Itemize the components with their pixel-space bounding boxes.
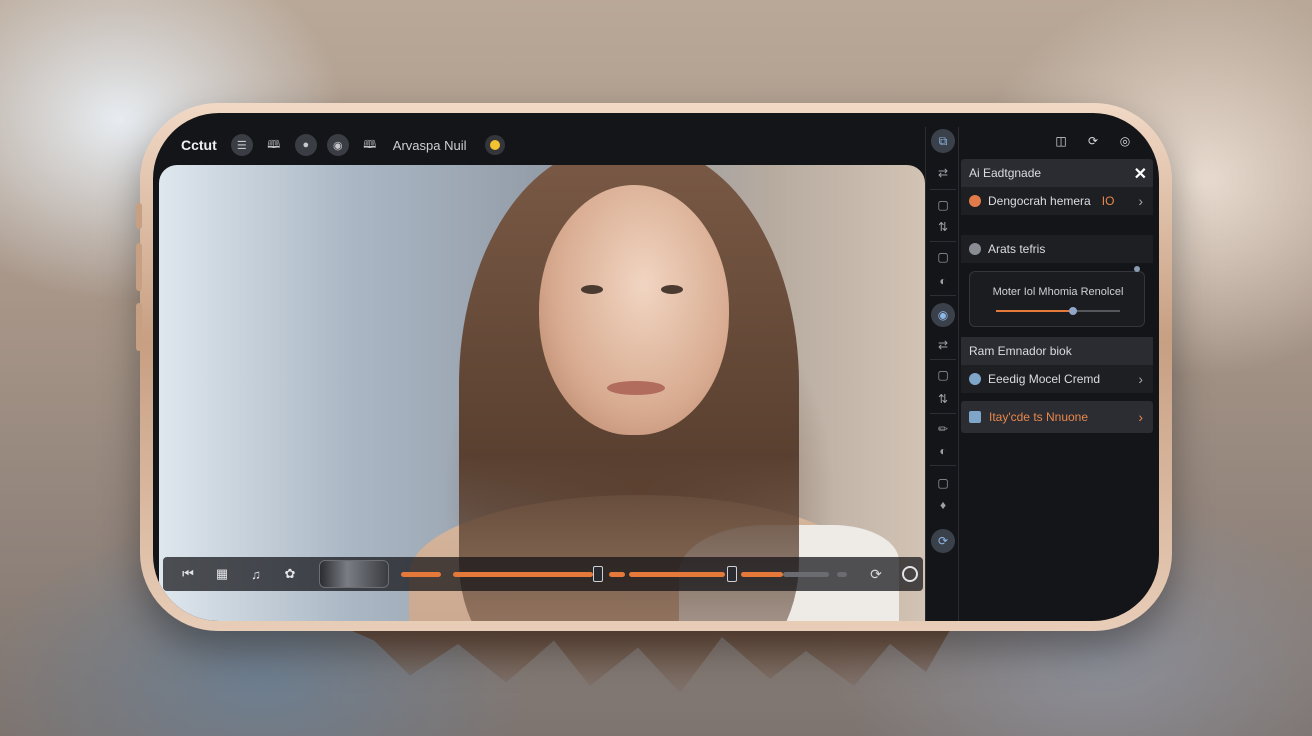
slider-label: Moter Iol Mhomia Renolcel (992, 286, 1124, 298)
book-icon[interactable]: 🕮 (359, 134, 381, 156)
volume-button (136, 243, 142, 291)
record-circle-icon[interactable] (897, 561, 923, 587)
video-preview[interactable] (159, 165, 925, 621)
blend-icon[interactable]: ◐ (931, 439, 955, 463)
crop-icon[interactable]: ▢ (931, 245, 955, 269)
close-icon[interactable]: ✕ (1134, 164, 1147, 184)
transform-icon[interactable]: ⇄ (931, 333, 955, 357)
panel-row-model[interactable]: Eeedig Mocel Cremd › (961, 365, 1153, 393)
layers-icon[interactable]: ☰ (230, 134, 253, 156)
copy-icon[interactable]: ⧉ (931, 129, 955, 153)
sync-icon[interactable]: ⟳ (1085, 133, 1101, 149)
chevron-right-icon: › (1138, 371, 1143, 387)
track-segment (837, 572, 847, 577)
track-segment (453, 572, 593, 577)
cta-label: Itay'cde ts Nnuone (989, 410, 1089, 424)
disintegration-debris (350, 630, 950, 693)
phone-frame: Cctut ☰ 🕮 ● ◉ 🕮 Arvaspa Nuil ⏮ ▦ ♫ ✿ ⟳ ⧉… (136, 103, 1172, 631)
clip-thumbnail[interactable] (319, 560, 389, 588)
top-toolbar: Cctut ☰ 🕮 ● ◉ 🕮 Arvaspa Nuil (181, 125, 941, 165)
effect-icon[interactable]: ✿ (277, 561, 303, 587)
volume-button (136, 303, 142, 351)
row-badge: IO (1101, 194, 1115, 208)
palette-icon (969, 243, 981, 255)
frame-icon[interactable]: ▢ (931, 363, 955, 387)
track-segment (609, 572, 625, 577)
model-slider-card: Moter Iol Mhomia Renolcel (969, 266, 1145, 327)
book-icon[interactable]: 🕮 (263, 134, 285, 156)
card-handle[interactable] (1134, 266, 1140, 272)
skip-icon[interactable]: ⏮ (175, 561, 201, 587)
chevron-right-icon: › (1138, 409, 1143, 425)
panel-section-header: Ram Emnador biok (961, 337, 1153, 365)
frame-icon[interactable]: ▢ (931, 193, 955, 217)
settings-icon[interactable]: ⟳ (931, 529, 955, 553)
fade-icon[interactable]: ⇅ (931, 387, 955, 411)
pen-icon[interactable]: ✏ (931, 417, 955, 441)
right-eye (661, 285, 683, 294)
record-icon[interactable]: ● (294, 134, 317, 156)
grid-icon[interactable]: ▦ (209, 561, 235, 587)
track-segment (783, 572, 829, 577)
project-label: Arvaspa Nuil (392, 137, 467, 153)
ai-tool-icon[interactable]: ◉ (931, 303, 955, 327)
bell-icon[interactable]: ♦ (931, 493, 955, 517)
swap-icon[interactable]: ⇄ (931, 161, 955, 185)
app-brand: Cctut (181, 137, 217, 153)
panel-header: Ai Eadtgnade ✕ (961, 159, 1153, 187)
generate-icon (969, 195, 981, 207)
track-segment (741, 572, 783, 577)
track-segment (401, 572, 441, 577)
blend-icon[interactable]: ◐ (931, 269, 955, 293)
row-label: Dengocrah hemera (988, 194, 1091, 208)
row-label: Eeedig Mocel Cremd (988, 372, 1101, 386)
slider-knob[interactable] (1068, 307, 1077, 315)
row-label: Arats tefris (988, 242, 1046, 256)
speed-icon[interactable]: ⟳ (863, 561, 889, 587)
clip-marker[interactable] (593, 566, 603, 582)
frame-icon[interactable]: ▢ (931, 471, 955, 495)
database-icon[interactable]: ◫ (1053, 133, 1069, 149)
status-indicator[interactable] (490, 140, 501, 150)
lips (607, 381, 665, 395)
mask-tool-icon[interactable]: ⇅ (931, 215, 955, 239)
model-slider[interactable] (996, 307, 1120, 315)
timeline-bar: ⏮ ▦ ♫ ✿ ⟳ (163, 557, 923, 591)
panel-title: Ai Eadtgnade (969, 166, 1042, 180)
ai-panel: Ai Eadtgnade ✕ Dengocrah hemera IO › Ara… (961, 159, 1155, 621)
panel-row-generate[interactable]: Dengocrah hemera IO › (961, 187, 1153, 215)
track-segment (629, 572, 725, 577)
slider-fill (996, 310, 1073, 312)
timeline-track[interactable] (397, 560, 847, 588)
clip-marker[interactable] (727, 566, 737, 582)
magic-icon (969, 411, 981, 423)
section-title: Ram Emnador biok (969, 344, 1072, 358)
music-icon[interactable]: ♫ (243, 561, 269, 587)
globe-icon[interactable]: ◎ (1117, 133, 1133, 149)
top-right-icons: ◫ ⟳ ◎ (1053, 133, 1133, 149)
sparkle-icon (969, 373, 981, 385)
subject-face (539, 185, 729, 435)
app-screen: Cctut ☰ 🕮 ● ◉ 🕮 Arvaspa Nuil ⏮ ▦ ♫ ✿ ⟳ ⧉… (153, 113, 1159, 621)
tool-strip: ⧉ ⇄ ▢ ⇅ ▢ ◐ ◉ ⇄ ▢ ⇅ ✏ ◐ ▢ ♦ ⟳ (925, 127, 959, 621)
panel-cta-button[interactable]: Itay'cde ts Nnuone › (961, 401, 1153, 433)
chevron-right-icon: › (1138, 193, 1143, 209)
mask-icon[interactable]: ◉ (326, 134, 349, 156)
mute-switch (136, 203, 142, 229)
left-eye (581, 285, 603, 294)
panel-row-art[interactable]: Arats tefris (961, 235, 1153, 263)
